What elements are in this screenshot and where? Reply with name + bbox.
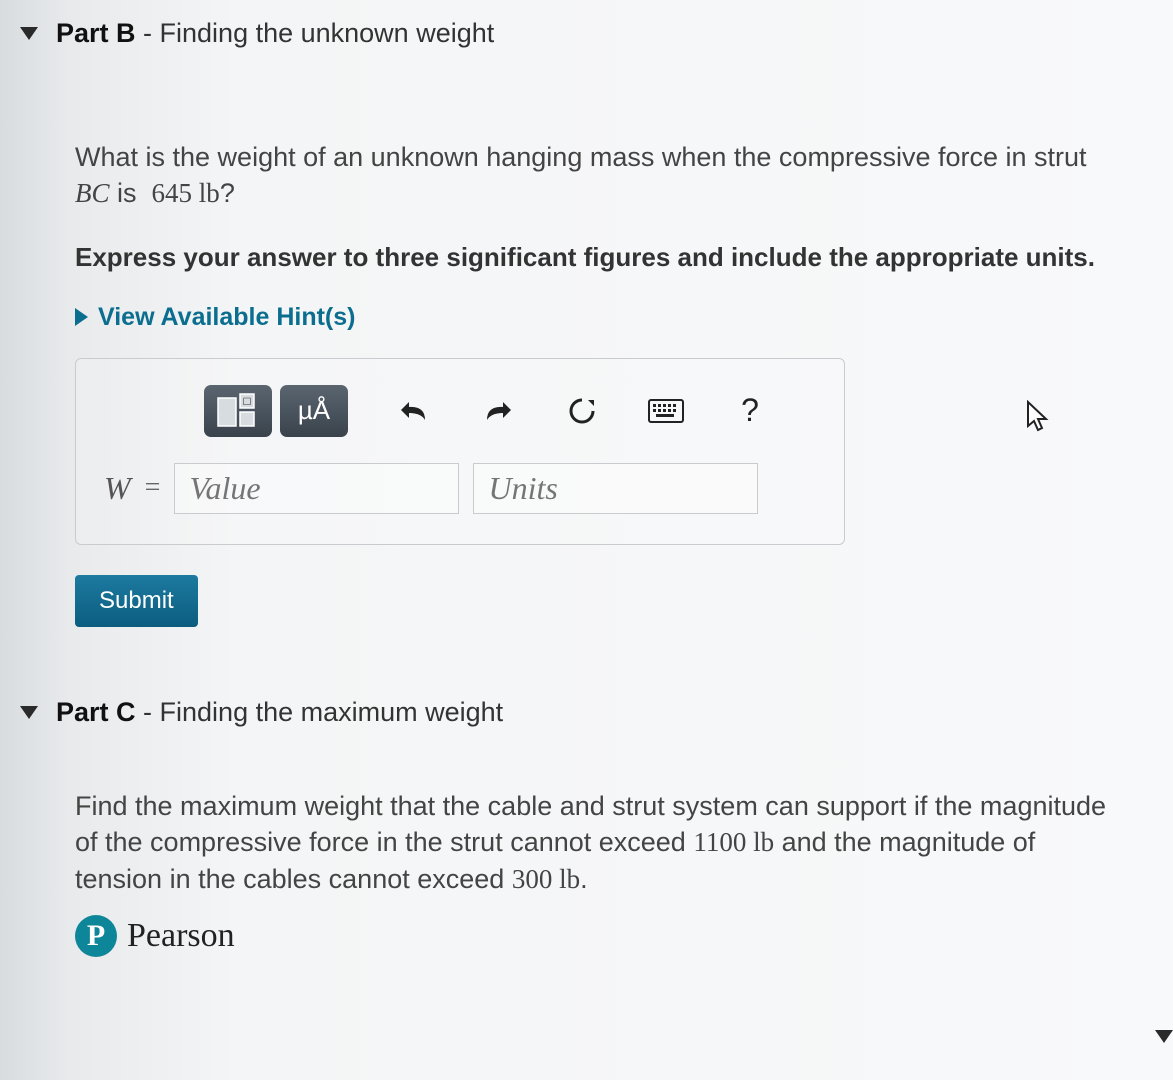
value-input[interactable] bbox=[174, 463, 459, 514]
strut-limit: 1100 lb bbox=[693, 827, 774, 857]
pearson-logo-icon: P bbox=[75, 915, 117, 957]
help-button[interactable]: ? bbox=[712, 385, 788, 437]
symbols-button[interactable]: µÅ bbox=[280, 385, 348, 437]
part-b-label-rest: - Finding the unknown weight bbox=[136, 18, 495, 48]
question-prefix: What is the weight of an unknown hanging… bbox=[75, 142, 1087, 172]
keyboard-button[interactable] bbox=[628, 385, 704, 437]
caret-right-icon bbox=[75, 308, 88, 326]
answer-toolbar: ☐ µÅ bbox=[204, 385, 816, 437]
part-c-header[interactable]: Part C - Finding the maximum weight bbox=[20, 697, 1143, 728]
caret-down-icon[interactable] bbox=[20, 706, 38, 719]
pearson-footer: P Pearson bbox=[75, 915, 1143, 957]
view-hints-link[interactable]: View Available Hint(s) bbox=[75, 303, 1115, 332]
svg-text:☐: ☐ bbox=[243, 397, 252, 408]
undo-button[interactable] bbox=[376, 385, 452, 437]
part-b-label-bold: Part B bbox=[56, 18, 136, 48]
strut-name: BC bbox=[75, 178, 110, 208]
reset-button[interactable] bbox=[544, 385, 620, 437]
keyboard-icon bbox=[648, 399, 684, 423]
question-text: What is the weight of an unknown hanging… bbox=[75, 139, 1115, 212]
pearson-brand: Pearson bbox=[127, 917, 235, 955]
symbols-label: µÅ bbox=[298, 395, 330, 426]
part-c-label-rest: - Finding the maximum weight bbox=[136, 697, 504, 727]
redo-icon bbox=[483, 398, 513, 424]
partc-suffix: . bbox=[580, 864, 588, 894]
help-label: ? bbox=[741, 392, 759, 429]
force-value: 645 lb bbox=[152, 178, 220, 208]
part-b-header[interactable]: Part B - Finding the unknown weight bbox=[20, 18, 1143, 49]
answer-panel: ☐ µÅ bbox=[75, 358, 845, 545]
part-c-label-bold: Part C bbox=[56, 697, 136, 727]
variable-label: W bbox=[104, 470, 131, 507]
redo-button[interactable] bbox=[460, 385, 536, 437]
templates-button[interactable]: ☐ bbox=[204, 385, 272, 437]
undo-icon bbox=[399, 398, 429, 424]
part-c-question: Find the maximum weight that the cable a… bbox=[75, 788, 1115, 897]
question-mid: is bbox=[110, 178, 145, 208]
equals-sign: = bbox=[145, 472, 161, 504]
hints-label: View Available Hint(s) bbox=[98, 303, 355, 332]
cable-limit: 300 lb bbox=[512, 864, 580, 894]
caret-down-icon[interactable] bbox=[1155, 1030, 1173, 1043]
part-b-title: Part B - Finding the unknown weight bbox=[56, 18, 494, 49]
part-b-content: What is the weight of an unknown hanging… bbox=[75, 139, 1115, 545]
answer-instruction: Express your answer to three significant… bbox=[75, 240, 1115, 275]
templates-icon: ☐ bbox=[216, 392, 260, 430]
answer-input-row: W = bbox=[104, 463, 816, 514]
reset-icon bbox=[568, 397, 596, 425]
part-c-title: Part C - Finding the maximum weight bbox=[56, 697, 503, 728]
submit-button[interactable]: Submit bbox=[75, 575, 198, 627]
caret-down-icon[interactable] bbox=[20, 27, 38, 40]
question-suffix: ? bbox=[220, 178, 235, 208]
units-input[interactable] bbox=[473, 463, 758, 514]
